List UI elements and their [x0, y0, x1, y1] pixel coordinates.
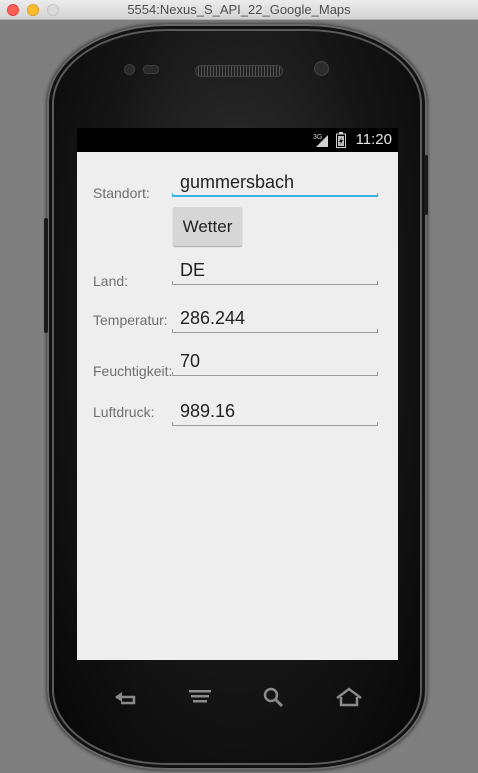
earpiece-speaker: [195, 65, 283, 77]
temperatur-field[interactable]: 286.244: [172, 305, 378, 333]
signal-icon: 3G: [313, 134, 328, 147]
menu-icon[interactable]: [187, 688, 213, 706]
sensor-icon: [124, 64, 135, 75]
status-bar: 3G 11:20: [77, 128, 398, 152]
temperatur-label: Temperatur:: [93, 312, 168, 328]
search-icon[interactable]: [262, 686, 284, 708]
feuchtigkeit-value: 70: [180, 351, 201, 371]
front-camera-icon: [314, 61, 329, 76]
standort-input[interactable]: gummersbach: [172, 169, 378, 197]
window-title: 5554:Nexus_S_API_22_Google_Maps: [127, 2, 351, 17]
standort-label: Standort:: [93, 185, 150, 201]
app-screen: Standort: gummersbach Wetter Land: DE Te…: [77, 152, 398, 660]
svg-text:3G: 3G: [313, 134, 322, 141]
battery-icon: [336, 132, 346, 148]
home-icon[interactable]: [335, 686, 363, 708]
status-time: 11:20: [355, 131, 392, 148]
back-icon[interactable]: [112, 687, 138, 707]
feuchtigkeit-label: Feuchtigkeit:: [93, 363, 173, 379]
power-button[interactable]: [424, 155, 428, 215]
luftdruck-value: 989.16: [180, 401, 236, 421]
land-value: DE: [180, 260, 206, 280]
luftdruck-field[interactable]: 989.16: [172, 398, 378, 426]
volume-button[interactable]: [44, 218, 48, 333]
feuchtigkeit-field[interactable]: 70: [172, 348, 378, 376]
land-field[interactable]: DE: [172, 257, 378, 285]
proximity-sensor-icon: [143, 65, 159, 74]
wetter-button[interactable]: Wetter: [173, 207, 242, 246]
window-titlebar: 5554:Nexus_S_API_22_Google_Maps: [0, 0, 478, 20]
luftdruck-label: Luftdruck:: [93, 404, 155, 420]
land-label: Land:: [93, 273, 129, 289]
standort-value: gummersbach: [180, 172, 295, 192]
temperatur-value: 286.244: [180, 308, 246, 328]
